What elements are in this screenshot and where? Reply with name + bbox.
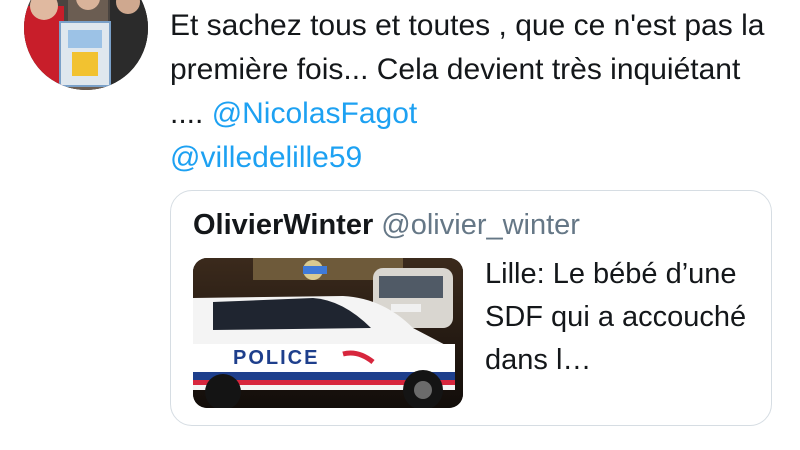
police-car-photo-icon: POLICE <box>193 258 463 408</box>
avatar-photo-icon <box>24 0 148 90</box>
quoted-tweet-card[interactable]: OlivierWinter @olivier_winter POLICE Lil… <box>170 190 772 426</box>
quoted-tweet-header: OlivierWinter @olivier_winter <box>193 207 580 243</box>
mention-link-villedelille59[interactable]: @villedelille59 <box>170 141 362 174</box>
quoted-author-handle[interactable]: @olivier_winter <box>381 209 580 241</box>
quoted-author-name[interactable]: OlivierWinter <box>193 209 373 241</box>
tweet-text: Et sachez tous et toutes , que ce n'est … <box>170 4 780 180</box>
svg-text:POLICE: POLICE <box>233 347 319 369</box>
mention-link-nicolasfagot[interactable]: @NicolasFagot <box>212 97 418 130</box>
avatar[interactable] <box>24 0 148 90</box>
quoted-tweet-media[interactable]: POLICE <box>193 258 463 408</box>
quoted-tweet-text: Lille: Le bébé d’une SDF qui a accouché … <box>485 258 747 376</box>
